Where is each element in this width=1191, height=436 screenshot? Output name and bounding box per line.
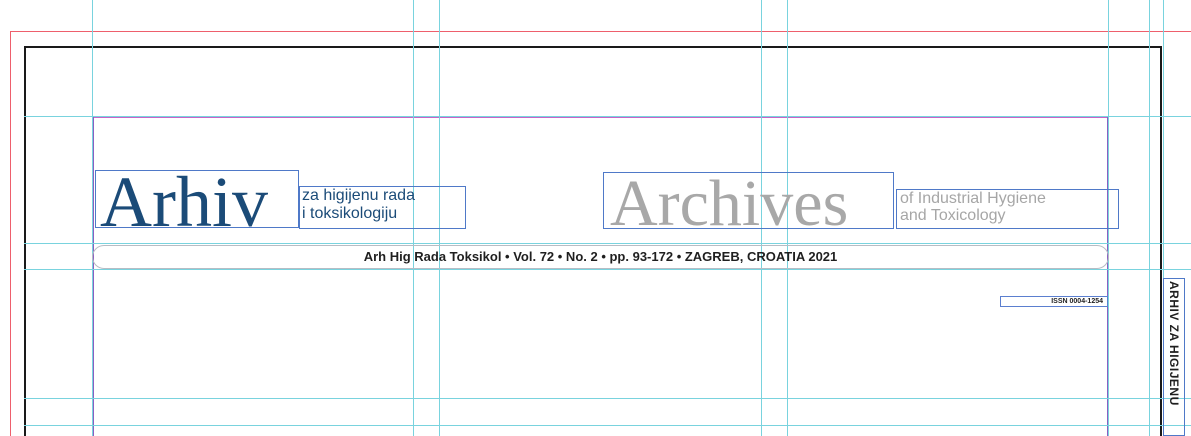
- croatian-subtitle-line2: i toksikologiju: [302, 205, 398, 222]
- row-guide[interactable]: [24, 425, 1191, 426]
- issn-frame[interactable]: ISSN 0004-1254: [1000, 296, 1108, 307]
- citation-text[interactable]: Arh Hig Rada Toksikol • Vol. 72 • No. 2 …: [92, 247, 1109, 267]
- english-subtitle-line1: of Industrial Hygiene: [900, 190, 1046, 207]
- croatian-title-frame[interactable]: Arhiv: [95, 162, 299, 242]
- page-edge-top: [24, 46, 1162, 48]
- croatian-subtitle-frame[interactable]: za higijenu rada i toksikologiju: [299, 186, 466, 229]
- row-guide[interactable]: [24, 398, 1191, 399]
- row-guide[interactable]: [24, 269, 1191, 270]
- bleed-guide-left: [10, 31, 11, 436]
- column-guide[interactable]: [92, 0, 93, 436]
- english-subtitle-line2: and Toxicology: [900, 207, 1006, 224]
- column-guide[interactable]: [1149, 0, 1150, 436]
- bleed-guide-top: [10, 31, 1191, 32]
- croatian-subtitle-line1: za higijenu rada: [302, 187, 415, 204]
- spine-text: ARHIV ZA HIGIJENU: [1167, 281, 1181, 406]
- croatian-title: Arhiv: [100, 162, 268, 242]
- page-edge-left: [24, 46, 26, 436]
- page-edge-right: [1160, 46, 1162, 436]
- english-subtitle-frame[interactable]: of Industrial Hygiene and Toxicology: [896, 189, 1119, 229]
- english-title-frame[interactable]: Archives: [603, 167, 894, 240]
- row-guide[interactable]: [24, 116, 1191, 117]
- english-title: Archives: [610, 167, 849, 240]
- spine-text-frame[interactable]: ARHIV ZA HIGIJENU: [1163, 278, 1185, 436]
- row-guide[interactable]: [24, 243, 1191, 244]
